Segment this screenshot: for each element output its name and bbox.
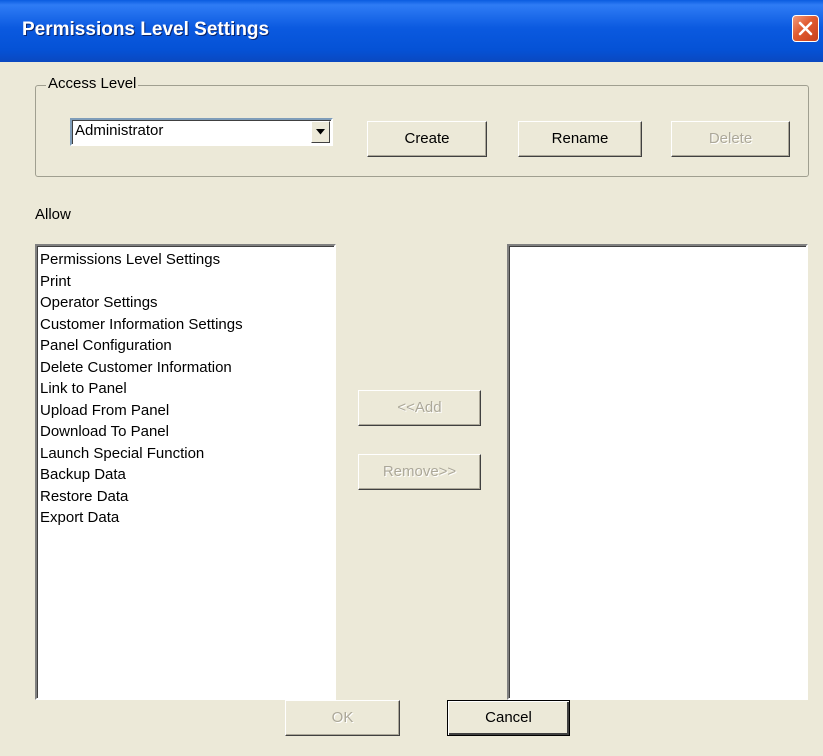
list-item[interactable]: Link to Panel (40, 378, 243, 400)
rename-button[interactable]: Rename (518, 121, 642, 157)
available-permissions-list[interactable]: Permissions Level Settings Print Operator … (35, 244, 336, 700)
list-item[interactable]: Customer Information Settings (40, 314, 243, 336)
list-item[interactable]: Download To Panel (40, 421, 243, 443)
allowed-permissions-list[interactable] (507, 244, 808, 700)
list-item[interactable]: Export Data (40, 507, 243, 529)
dropdown-arrow-button[interactable] (311, 121, 330, 143)
list-item[interactable]: Launch Special Function (40, 443, 243, 465)
add-button[interactable]: <<Add (358, 390, 481, 426)
access-level-group: Access Level Administrator Create Rename… (35, 75, 809, 177)
window-title: Permissions Level Settings (22, 19, 270, 40)
chevron-down-icon (316, 129, 325, 135)
close-icon (798, 21, 813, 36)
list-item[interactable]: Upload From Panel (40, 400, 243, 422)
delete-button[interactable]: Delete (671, 121, 790, 157)
available-permissions-items: Permissions Level Settings Print Operator … (40, 249, 243, 529)
access-level-dropdown[interactable]: Administrator (70, 118, 333, 146)
ok-button[interactable]: OK (285, 700, 400, 736)
access-level-selected: Administrator (75, 122, 164, 139)
access-level-legend: Access Level (46, 75, 139, 92)
close-button[interactable] (792, 15, 819, 42)
list-item[interactable]: Operator Settings (40, 292, 243, 314)
list-item[interactable]: Panel Configuration (40, 335, 243, 357)
list-item[interactable]: Print (40, 271, 243, 293)
create-button[interactable]: Create (367, 121, 487, 157)
list-item[interactable]: Permissions Level Settings (40, 249, 243, 271)
list-item[interactable]: Backup Data (40, 464, 243, 486)
cancel-button[interactable]: Cancel (447, 700, 570, 736)
allow-label: Allow (35, 206, 71, 223)
title-bar[interactable]: Permissions Level Settings (0, 0, 823, 62)
remove-button[interactable]: Remove>> (358, 454, 481, 490)
list-item[interactable]: Restore Data (40, 486, 243, 508)
list-item[interactable]: Delete Customer Information (40, 357, 243, 379)
